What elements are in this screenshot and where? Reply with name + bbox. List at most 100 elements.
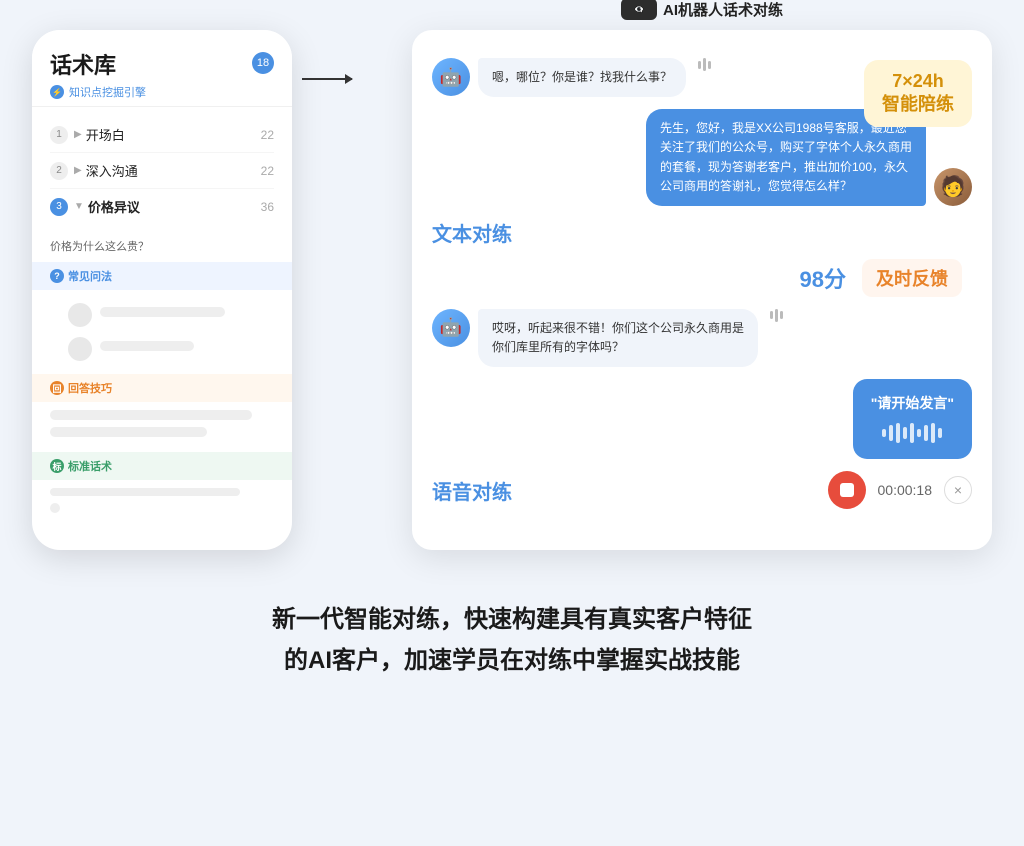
subtitle-icon: ⚡ [50, 85, 64, 99]
nav-item-3[interactable]: 3 ▼ 价格异议 36 [50, 189, 274, 224]
voice-bubble: "请开始发言" [853, 379, 972, 459]
stop-icon [840, 483, 854, 497]
section-standard: 标 标准话术 [32, 452, 292, 480]
section-common: ? 常见问法 [32, 262, 292, 290]
skeleton-avatar-2 [68, 337, 92, 361]
voice-bubble-row: "请开始发言" [432, 379, 972, 459]
nav-num-2: 2 [50, 162, 68, 180]
vwave-2 [889, 425, 893, 441]
wave-3 [708, 61, 711, 69]
skeleton-text-1 [100, 307, 256, 324]
bubble-bot-1: 嗯，哪位？你是谁？找我什么事？ [478, 58, 686, 97]
sound-icon-2 [770, 309, 783, 322]
tag-7x24-text: 7×24h 智能陪练 [882, 70, 954, 117]
skeleton-person-1 [50, 298, 274, 332]
main-content: 话术库 ⚡ 知识点挖掘引擎 18 1 ▶ 开场白 22 2 ▶ 深入沟通 22 [32, 30, 992, 550]
ai-icon-text: 👁‍🗨 [634, 5, 644, 14]
timer-display: 00:00:18 [878, 482, 933, 498]
section-label-common: 常见问法 [68, 268, 112, 284]
nav-label-3: 价格异议 [88, 197, 257, 216]
user-avatar-img: 🧑 [934, 168, 972, 206]
nav-arrow-3: ▼ [74, 201, 84, 212]
vwave-6 [917, 429, 921, 437]
user-avatar-1: 🧑 [934, 168, 972, 206]
badge-count: 18 [252, 52, 274, 74]
tag-7x24: 7×24h 智能陪练 [864, 60, 972, 127]
wave-4 [770, 311, 773, 319]
price-question: 价格为什么这么贵？ [32, 234, 292, 262]
arrow-label-text: AI机器人话术对练 [663, 0, 783, 20]
nav-num-3: 3 [50, 198, 68, 216]
arrow-line [302, 78, 352, 80]
section-tips: 回 回答技巧 [32, 374, 292, 402]
tag-wenben: 文本对练 [432, 218, 512, 247]
vwave-7 [924, 425, 928, 441]
vwave-5 [910, 423, 914, 443]
bottom-section: 新一代智能对练，快速构建具有真实客户特征 的AI客户，加速学员在对练中掌握实战技… [272, 600, 752, 682]
vwave-1 [882, 429, 886, 437]
wave-5 [775, 309, 778, 322]
skeleton-line-1a [100, 307, 225, 317]
bubble-bot-2: 哎呀，听起来很不错！你们这个公司永久商用是你们库里所有的字体吗？ [478, 309, 758, 367]
skeleton-line-2a [100, 341, 194, 351]
bottom-line-1: 新一代智能对练，快速构建具有真实客户特征 [272, 600, 752, 641]
skeleton-tips [32, 402, 292, 452]
section-label-standard: 标准话术 [68, 458, 112, 474]
close-button[interactable]: × [944, 476, 972, 504]
phone-header: 话术库 ⚡ 知识点挖掘引擎 18 [32, 30, 292, 106]
skeleton-text-2 [100, 341, 256, 358]
voice-start-text: "请开始发言" [871, 393, 954, 413]
wave-6 [780, 311, 783, 319]
voice-wave [871, 421, 954, 445]
skeleton-common [32, 290, 292, 374]
skeleton-line-t1 [50, 410, 252, 420]
wave-1 [698, 61, 701, 69]
nav-count-1: 22 [261, 128, 274, 142]
nav-list: 1 ▶ 开场白 22 2 ▶ 深入沟通 22 3 ▼ 价格异议 36 [32, 106, 292, 234]
vwave-9 [938, 428, 942, 438]
bot-text-1: 嗯，哪位？你是谁？找我什么事？ [492, 70, 672, 84]
record-stop-button[interactable] [828, 471, 866, 509]
vwave-3 [896, 423, 900, 443]
nav-item-1[interactable]: 1 ▶ 开场白 22 [50, 117, 274, 153]
tag-jishi: 及时反馈 [862, 259, 962, 297]
score-row: 98分 及时反馈 [432, 259, 962, 297]
vwave-4 [903, 427, 907, 439]
nav-item-2[interactable]: 2 ▶ 深入沟通 22 [50, 153, 274, 189]
voice-controls: 00:00:18 × [828, 471, 973, 509]
nav-count-2: 22 [261, 164, 274, 178]
vwave-8 [931, 423, 935, 443]
nav-arrow-2: ▶ [74, 165, 82, 176]
nav-label-2: 深入沟通 [86, 161, 257, 180]
tag-yuyin: 语音对练 [432, 476, 512, 505]
user-text-1: 先生，您好，我是XX公司1988号客服，最近您关注了我们的公众号，购买了字体个人… [660, 121, 912, 193]
chat-panel: 👁‍🗨 AI机器人话术对练 7×24h 智能陪练 🤖 嗯，哪位？你是谁？找我什么… [412, 30, 992, 550]
panel-title: 话术库 [50, 48, 274, 80]
phone-mockup: 话术库 ⚡ 知识点挖掘引擎 18 1 ▶ 开场白 22 2 ▶ 深入沟通 22 [32, 30, 292, 550]
panel-subtitle: ⚡ 知识点挖掘引擎 [50, 84, 274, 100]
subtitle-text: 知识点挖掘引擎 [69, 84, 146, 100]
skeleton-dot [50, 503, 60, 513]
nav-num-1: 1 [50, 126, 68, 144]
wave-2 [703, 58, 706, 71]
voice-controls-row: 语音对练 00:00:18 × [432, 471, 972, 509]
skeleton-standard [32, 480, 292, 521]
arrow-connector-area [312, 30, 392, 85]
bot-text-2: 哎呀，听起来很不错！你们这个公司永久商用是你们库里所有的字体吗？ [492, 321, 744, 354]
nav-arrow-1: ▶ [74, 129, 82, 140]
skeleton-avatar-1 [68, 303, 92, 327]
message-bot-2: 🤖 哎呀，听起来很不错！你们这个公司永久商用是你们库里所有的字体吗？ [432, 309, 972, 367]
nav-count-3: 36 [261, 200, 274, 214]
section-icon-green: 标 [50, 459, 64, 473]
sound-icon-1 [698, 58, 711, 71]
section-icon-orange: 回 [50, 381, 64, 395]
tag-score: 98分 [800, 262, 846, 294]
skeleton-person-2 [50, 332, 274, 366]
nav-label-1: 开场白 [86, 125, 257, 144]
section-icon-blue: ? [50, 269, 64, 283]
tag-wenben-row: 文本对练 [432, 218, 972, 247]
skeleton-line-t2 [50, 427, 207, 437]
ai-icon: 👁‍🗨 [621, 0, 657, 20]
section-label-tips: 回答技巧 [68, 380, 112, 396]
bot-avatar-1: 🤖 [432, 58, 470, 96]
